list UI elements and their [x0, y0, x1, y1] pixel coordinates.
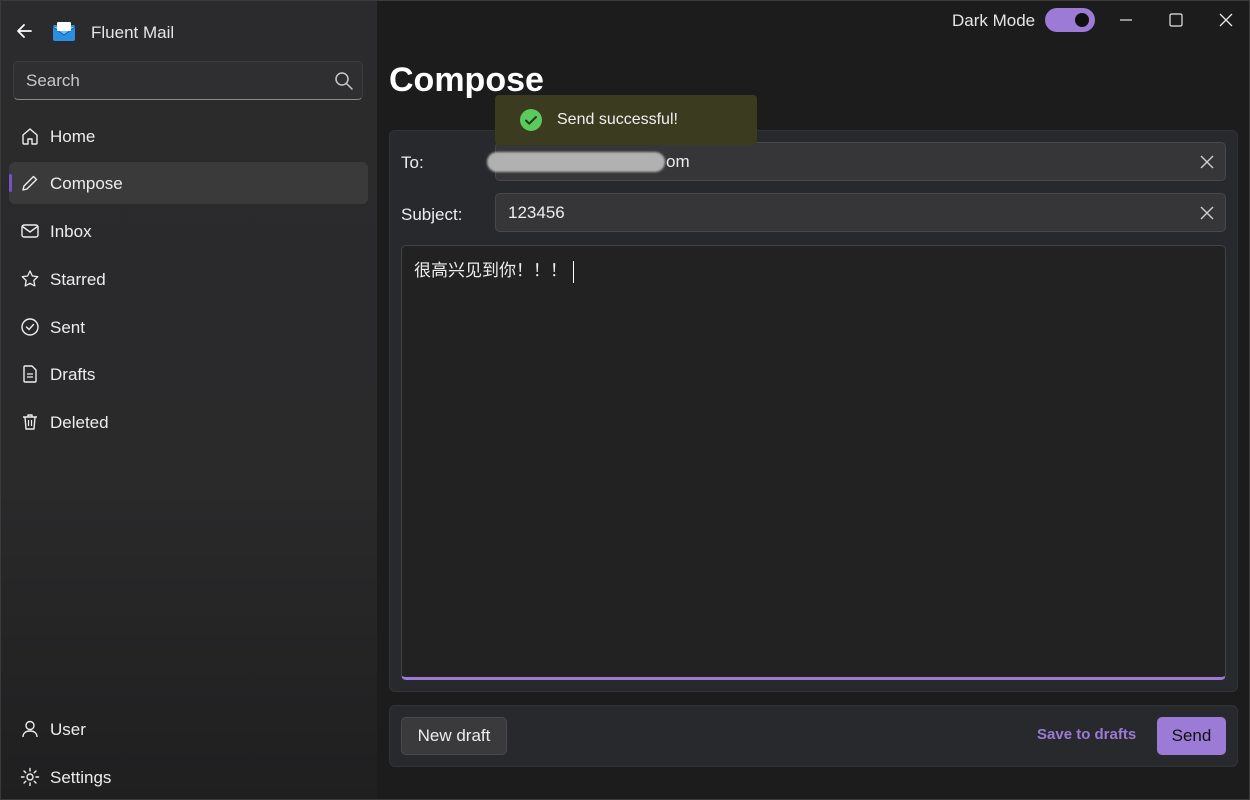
sidebar-item-label: Starred [50, 270, 106, 289]
sidebar-item-label: Compose [50, 174, 123, 193]
to-label: To: [401, 153, 424, 172]
sidebar-item-label: Drafts [50, 365, 96, 384]
search-icon[interactable] [334, 71, 354, 91]
search-box [13, 61, 363, 100]
subject-value: 123456 [508, 203, 565, 222]
mail-app-icon [52, 22, 76, 41]
save-to-drafts-button[interactable]: Save to drafts [1037, 726, 1136, 743]
back-button[interactable] [11, 17, 39, 45]
close-window-button[interactable] [1211, 7, 1241, 33]
send-button[interactable]: Send [1157, 717, 1226, 755]
maximize-icon [1169, 13, 1183, 27]
sidebar-item-label: Settings [50, 768, 112, 787]
sidebar-item-settings[interactable]: Settings [9, 756, 368, 798]
user-icon [22, 720, 38, 738]
sidebar-item-label: Inbox [50, 222, 92, 241]
redacted-email [487, 152, 665, 172]
message-body: 很高兴见到你！！！ [414, 261, 567, 281]
close-icon [1219, 13, 1233, 27]
sidebar-item-label: Home [50, 127, 96, 146]
sidebar-item-compose[interactable]: Compose [9, 162, 368, 204]
sidebar-item-inbox[interactable]: Inbox [9, 210, 368, 252]
text-caret [573, 260, 574, 283]
clear-icon[interactable] [1199, 154, 1215, 170]
maximize-button[interactable] [1161, 7, 1191, 33]
subject-field[interactable]: 123456 [495, 193, 1226, 232]
check-circle-icon [21, 318, 39, 336]
sidebar-item-label: User [50, 720, 86, 739]
sidebar-item-drafts[interactable]: Drafts [9, 353, 368, 395]
gear-icon [20, 767, 40, 787]
sidebar-item-label: Sent [50, 318, 85, 337]
search-input[interactable] [14, 62, 324, 99]
message-body-text: 很高兴见到你！！！ [414, 256, 574, 283]
sidebar-item-sent[interactable]: Sent [9, 306, 368, 348]
document-icon [23, 365, 37, 383]
new-draft-button[interactable]: New draft [401, 717, 507, 755]
sidebar-item-starred[interactable]: Starred [9, 258, 368, 300]
success-toast: Send successful! [495, 95, 757, 145]
trash-icon [23, 414, 37, 430]
home-icon [22, 128, 38, 145]
app-window: Fluent Mail Dark Mode Home Compose [0, 0, 1250, 800]
minimize-button[interactable] [1111, 7, 1141, 33]
message-body-editor[interactable]: 很高兴见到你！！！ [401, 245, 1226, 680]
pencil-icon [22, 175, 38, 191]
sidebar-item-home[interactable]: Home [9, 115, 368, 157]
sidebar-item-label: Deleted [50, 413, 109, 432]
subject-label: Subject: [401, 205, 463, 224]
toggle-knob [1075, 13, 1089, 27]
arrow-left-icon [17, 24, 32, 38]
dark-mode-label: Dark Mode [952, 11, 1036, 30]
to-value: om [666, 152, 690, 171]
sidebar-item-user[interactable]: User [9, 708, 368, 750]
star-icon [21, 270, 39, 287]
minimize-icon [1120, 19, 1132, 21]
success-check-icon [520, 109, 542, 131]
app-title: Fluent Mail [91, 23, 175, 42]
sidebar-item-deleted[interactable]: Deleted [9, 401, 368, 443]
mail-icon [21, 224, 39, 238]
dark-mode-toggle[interactable] [1045, 8, 1095, 32]
clear-icon[interactable] [1199, 205, 1215, 221]
toast-message: Send successful! [557, 111, 678, 128]
